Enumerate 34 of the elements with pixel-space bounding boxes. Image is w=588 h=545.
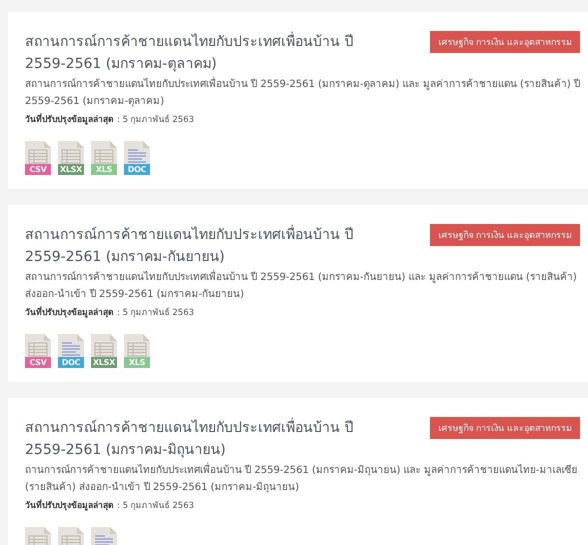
dataset-title[interactable]: สถานการณ์การค้าชายแดนไทยกับประเทศเพื่อนบ้าน ปี 2559-2561 (มกราคม-ตุลาคม)	[25, 31, 375, 75]
updated-label: วันที่ปรับปรุงข้อมูลล่าสุด	[25, 112, 114, 126]
dataset-description: ถานการณ์การค้าชายแดนไทยกับประเทศเพื่อนบ้าน ปี 2559-2561 (มกราคม-มิถุนายน) และ มูลค่าการค้าชายแดนไทย-มาเลเซีย (รายสินค้า) ส่งออก-นำเข้า ปี 2559-2561 (มกราคม-มิถุนายน)	[25, 462, 580, 496]
updated-date: : 5 กุมภาพันธ์ 2563	[117, 306, 194, 319]
dataset-title[interactable]: สถานการณ์การค้าชายแดนไทยกับประเทศเพื่อนบ้าน ปี 2559-2561 (มกราคม-มิถุนายน)	[25, 417, 375, 461]
spreadsheet-file-icon[interactable]	[91, 334, 117, 357]
spreadsheet-file-icon[interactable]	[25, 141, 51, 164]
document-file-icon[interactable]	[124, 141, 150, 164]
file-format-tag[interactable]: DOC	[58, 357, 84, 368]
spreadsheet-file-icon[interactable]	[124, 334, 150, 357]
file-format-tag[interactable]: XLS	[91, 164, 117, 175]
spreadsheet-file-icon[interactable]	[25, 527, 51, 545]
spreadsheet-file-icon[interactable]	[58, 141, 84, 164]
updated-date: : 5 กุมภาพันธ์ 2563	[117, 500, 194, 512]
dataset-title[interactable]: สถานการณ์การค้าชายแดนไทยกับประเทศเพื่อนบ้าน ปี 2559-2561 (มกราคม-กันยายน)	[25, 224, 375, 268]
dataset-description: สถานการณ์การค้าชายแดนไทยกับประเทศเพื่อนบ้าน ปี 2559-2561 (มกราคม-กันยายน) และ มูลค่าการค้าชายแดน (รายสินค้า) ส่งออก-นำเข้า ปี 2559-2561 (มกราคม-กันยายน)	[25, 269, 580, 303]
spreadsheet-file-icon[interactable]	[91, 141, 117, 164]
updated-label: วันที่ปรับปรุงข้อมูลล่าสุด	[25, 305, 114, 319]
category-tag[interactable]: เศรษฐกิจ การเงิน และอุตสาหกรรม	[430, 417, 580, 439]
file-format-tag[interactable]: DOC	[124, 164, 150, 175]
spreadsheet-file-icon[interactable]	[58, 527, 84, 545]
spreadsheet-file-icon[interactable]	[25, 334, 51, 357]
document-file-icon[interactable]	[58, 334, 84, 357]
category-tag[interactable]: เศรษฐกิจ การเงิน และอุตสาหกรรม	[430, 224, 580, 246]
dataset-description: สถานการณ์การค้าชายแดนไทยกับประเทศเพื่อนบ้าน ปี 2559-2561 (มกราคม-ตุลาคม) และ มูลค่าการค้าชายแดน (รายสินค้า) ปี 2559-2561 (มกราคม-ตุลาคม)	[25, 76, 580, 110]
updated-date: : 5 กุมภาพันธ์ 2563	[117, 114, 194, 126]
document-file-icon[interactable]	[91, 527, 117, 545]
file-format-tag[interactable]: XLSX	[91, 357, 117, 368]
file-format-tag[interactable]: CSV	[25, 164, 51, 175]
updated-label: วันที่ปรับปรุงข้อมูลล่าสุด	[25, 498, 114, 512]
file-format-tag[interactable]: CSV	[25, 357, 51, 368]
file-format-tag[interactable]: XLSX	[58, 164, 84, 175]
category-tag[interactable]: เศรษฐกิจ การเงิน และอุตสาหกรรม	[430, 31, 580, 53]
file-format-tag[interactable]: XLS	[124, 357, 150, 368]
